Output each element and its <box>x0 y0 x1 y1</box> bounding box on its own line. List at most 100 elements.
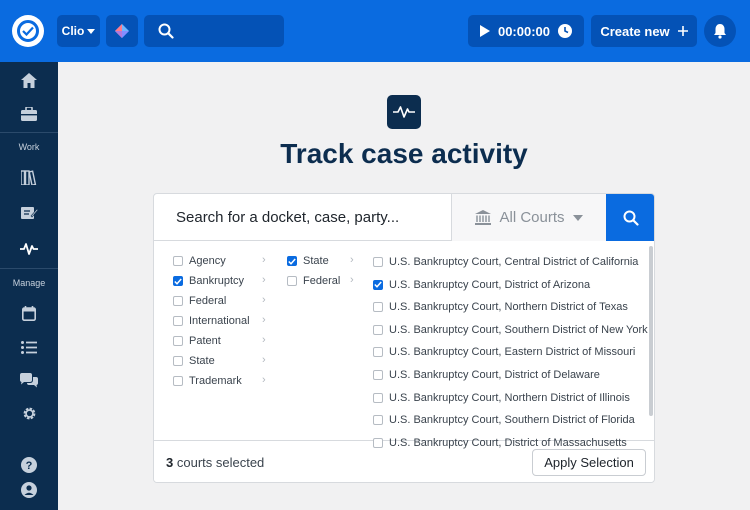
brand-switcher-button[interactable]: Clio <box>57 15 100 47</box>
checkbox-checked[interactable] <box>173 276 183 286</box>
court-item-label: U.S. Bankruptcy Court, District of Delaw… <box>389 369 600 381</box>
chevron-right-icon: › <box>262 314 266 326</box>
checkbox-checked[interactable] <box>373 279 383 290</box>
category-item-label: International <box>189 315 250 327</box>
court-item[interactable]: U.S. Bankruptcy Court, Southern District… <box>373 320 648 340</box>
category-item-label: Federal <box>189 295 227 307</box>
create-new-button[interactable]: Create new <box>591 15 697 47</box>
home-icon <box>21 72 37 88</box>
category-item[interactable]: Bankruptcy <box>173 271 244 291</box>
sidebar-item-case-activity[interactable] <box>0 234 58 264</box>
books-icon <box>21 169 37 185</box>
checkbox[interactable] <box>287 276 297 286</box>
brand-label: Clio <box>61 24 85 38</box>
bell-icon <box>714 24 726 39</box>
court-item-label: U.S. Bankruptcy Court, Northern District… <box>389 391 630 404</box>
app-switcher-button[interactable] <box>106 15 138 47</box>
case-activity-header-icon <box>387 95 421 129</box>
court-item-label: U.S. Bankruptcy Court, Northern District… <box>389 301 628 314</box>
level-item[interactable]: State <box>287 251 329 271</box>
checkbox[interactable] <box>373 347 383 358</box>
chevron-right-icon: › <box>262 334 266 346</box>
category-item[interactable]: Agency <box>173 251 226 271</box>
gear-icon <box>23 407 35 419</box>
caret-down-icon <box>87 28 96 34</box>
selected-count-text: 3 courts selected <box>166 441 265 482</box>
courts-dropdown[interactable]: All Courts <box>451 194 606 241</box>
checkbox[interactable] <box>173 356 183 366</box>
help-icon: ? <box>21 457 37 473</box>
checkbox[interactable] <box>173 316 183 326</box>
top-bar: Clio 00:00:00 Create new <box>0 0 750 62</box>
court-item[interactable]: U.S. Bankruptcy Court, District of Delaw… <box>373 365 600 385</box>
notifications-button[interactable] <box>704 15 736 47</box>
sidebar-section-manage: Manage <box>12 278 46 288</box>
chevron-right-icon: › <box>350 274 354 286</box>
category-item[interactable]: State <box>173 351 215 371</box>
sidebar-item-settings[interactable] <box>0 398 58 428</box>
timer-button[interactable]: 00:00:00 <box>468 15 584 47</box>
sidebar-item-home[interactable] <box>0 65 58 95</box>
search-submit-button[interactable] <box>606 194 654 241</box>
activity-pulse-icon <box>20 243 38 255</box>
category-item-label: Agency <box>189 255 226 267</box>
sidebar-item-tasks[interactable] <box>0 332 58 362</box>
chevron-right-icon: › <box>262 354 266 366</box>
court-item-label: U.S. Bankruptcy Court, Southern District… <box>389 414 635 427</box>
chevron-right-icon: › <box>262 374 266 386</box>
checkbox[interactable] <box>373 415 383 426</box>
court-item[interactable]: U.S. Bankruptcy Court, Northern District… <box>373 388 630 408</box>
checkbox[interactable] <box>373 437 383 448</box>
clio-logo-icon[interactable] <box>12 15 44 47</box>
category-item[interactable]: International <box>173 311 250 331</box>
court-item[interactable]: U.S. Bankruptcy Court, District of Arizo… <box>373 275 590 295</box>
checkbox[interactable] <box>373 257 383 267</box>
search-icon <box>623 210 639 226</box>
sidebar-item-calendar[interactable] <box>0 298 58 328</box>
court-item[interactable]: U.S. Bankruptcy Court, Northern District… <box>373 297 628 317</box>
page-title: Track case activity <box>280 138 528 169</box>
chevron-right-icon: › <box>262 274 266 286</box>
checkbox[interactable] <box>373 302 383 313</box>
chat-bubbles-icon <box>20 372 38 387</box>
selected-count-suffix: courts selected <box>176 455 265 470</box>
sidebar-item-matters[interactable] <box>0 99 58 129</box>
checkbox[interactable] <box>173 376 183 386</box>
docket-search-input[interactable]: Search for a docket, case, party... <box>176 194 446 241</box>
courts-dropdown-label: All Courts <box>499 209 565 226</box>
court-item[interactable]: U.S. Bankruptcy Court, District of Massa… <box>373 433 627 453</box>
apply-selection-button[interactable]: Apply Selection <box>532 449 646 476</box>
sidebar-item-notes[interactable] <box>0 198 58 228</box>
checkbox[interactable] <box>173 256 183 266</box>
avatar-icon <box>21 482 37 498</box>
courts-scrollbar[interactable] <box>649 246 653 416</box>
checkbox[interactable] <box>373 392 383 403</box>
court-item-label: U.S. Bankruptcy Court, Central District … <box>389 256 639 268</box>
category-item-label: Patent <box>189 335 221 347</box>
court-item-label: U.S. Bankruptcy Court, District of Arizo… <box>389 278 591 291</box>
checkbox-checked[interactable] <box>287 256 297 266</box>
sidebar-item-documents[interactable] <box>0 162 58 192</box>
level-item-label: State <box>303 255 329 267</box>
checkbox[interactable] <box>373 324 383 335</box>
court-item[interactable]: U.S. Bankruptcy Court, Southern District… <box>373 410 635 430</box>
category-item[interactable]: Federal <box>173 291 226 311</box>
checkbox[interactable] <box>373 370 383 380</box>
chevron-right-icon: › <box>262 254 266 266</box>
category-item[interactable]: Trademark <box>173 371 242 391</box>
court-item[interactable]: U.S. Bankruptcy Court, Eastern District … <box>373 342 635 362</box>
sidebar-item-profile[interactable] <box>0 475 58 505</box>
checkbox[interactable] <box>173 336 183 346</box>
selected-count-number: 3 <box>166 455 174 470</box>
sidebar-item-communications[interactable] <box>0 365 58 395</box>
global-search-button[interactable] <box>144 15 284 47</box>
level-item-label: Federal <box>303 275 341 287</box>
chevron-right-icon: › <box>350 254 354 266</box>
caret-down-icon <box>572 214 583 221</box>
court-item[interactable]: U.S. Bankruptcy Court, Central District … <box>373 252 638 272</box>
category-item[interactable]: Patent <box>173 331 221 351</box>
checkbox[interactable] <box>173 296 183 306</box>
category-item-label: Bankruptcy <box>189 275 245 287</box>
list-icon <box>21 340 37 354</box>
level-item[interactable]: Federal <box>287 271 340 291</box>
